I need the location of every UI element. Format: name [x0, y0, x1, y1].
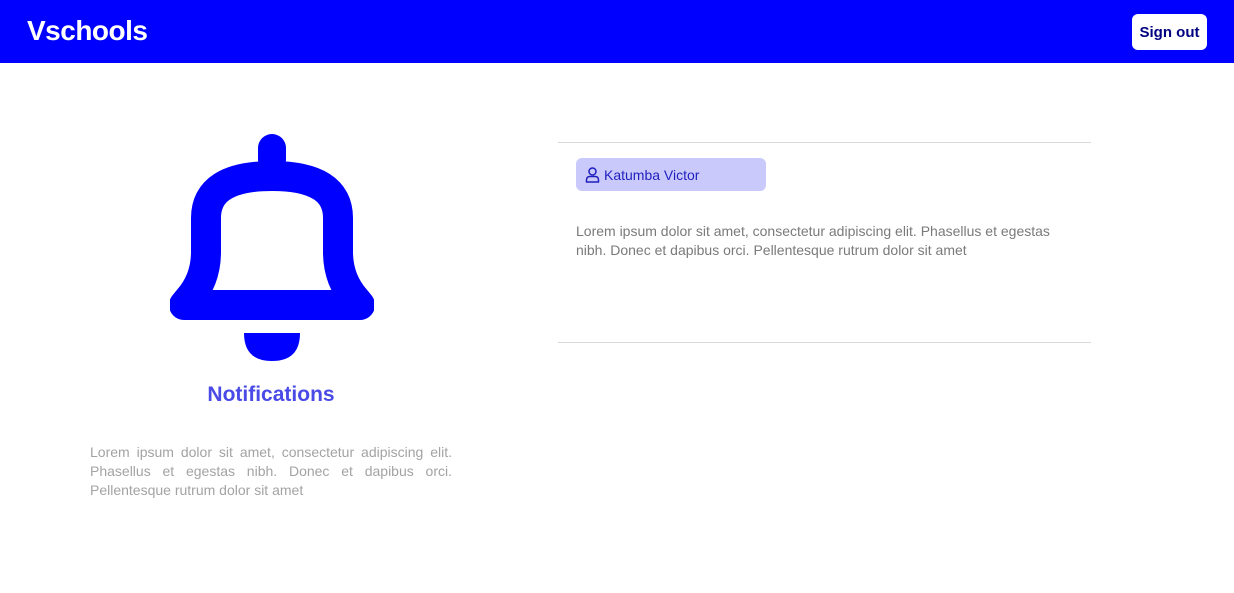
person-icon: [585, 166, 600, 183]
divider-top: [558, 142, 1091, 143]
notifications-description: Lorem ipsum dolor sit amet, consectetur …: [90, 444, 452, 498]
brand-logo-text[interactable]: Vschools: [27, 15, 148, 47]
sign-out-button[interactable]: Sign out: [1132, 14, 1207, 50]
divider-bottom: [558, 342, 1091, 343]
notification-author-chip[interactable]: Katumba Victor: [576, 158, 766, 191]
bell-icon: [170, 134, 374, 361]
notification-author-name: Katumba Victor: [604, 166, 700, 183]
notifications-title: Notifications: [207, 383, 335, 406]
top-navbar: Vschools Sign out: [0, 0, 1234, 63]
notification-body: Lorem ipsum dolor sit amet, consectetur …: [576, 223, 1050, 258]
